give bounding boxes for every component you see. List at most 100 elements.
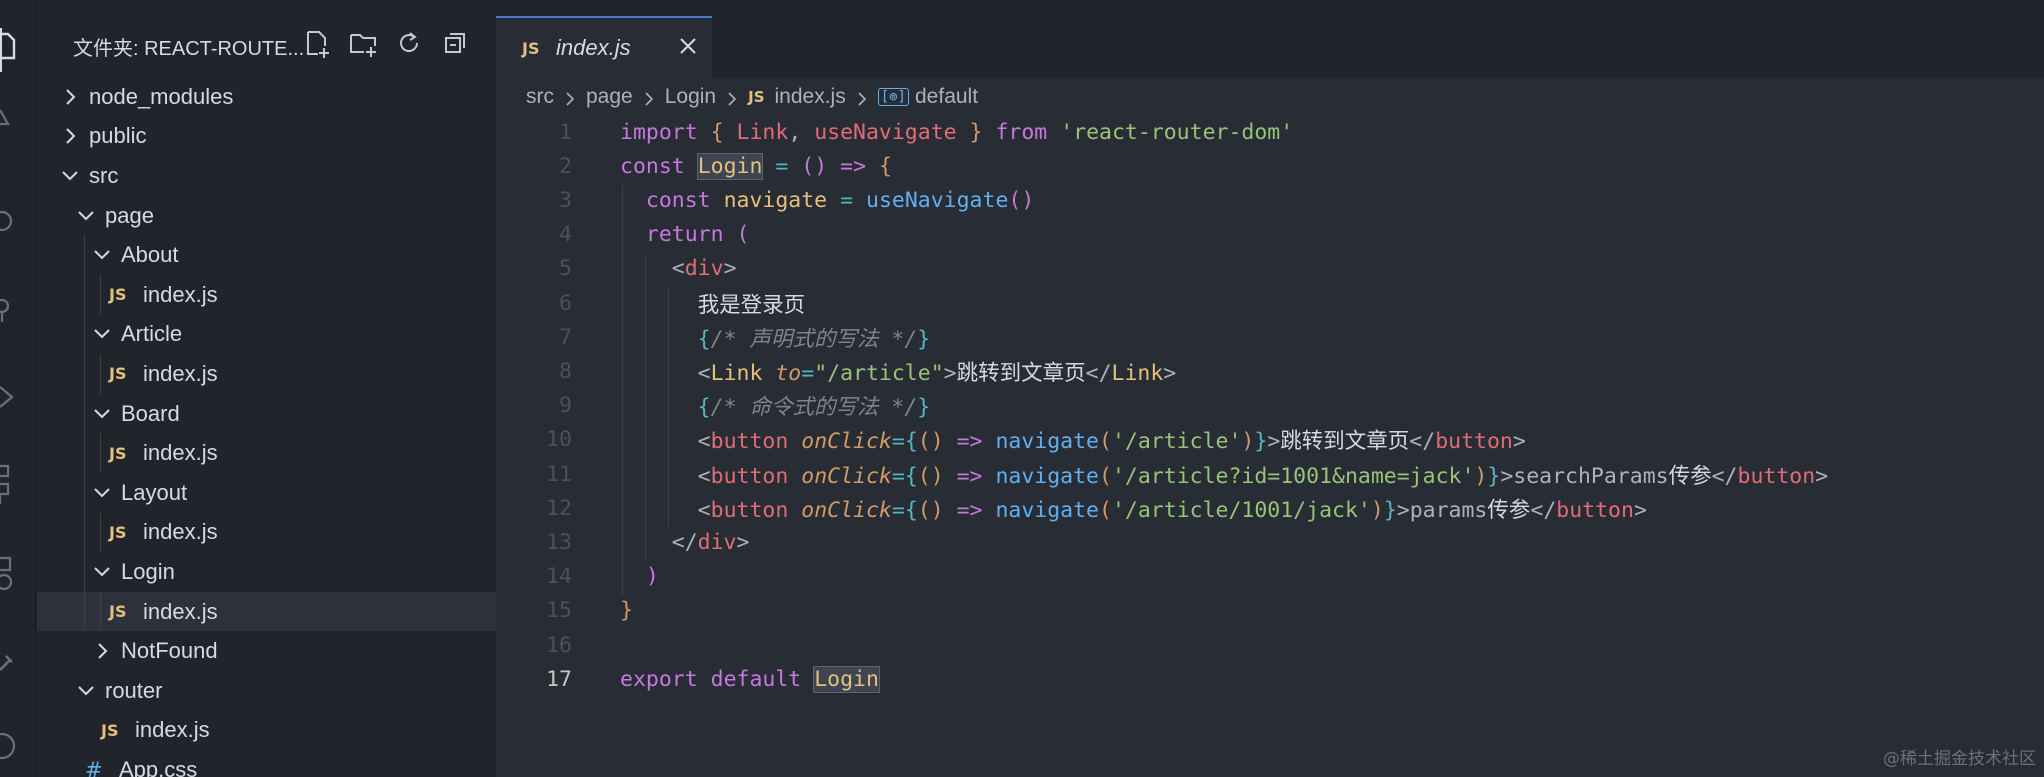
accounts-icon[interactable] [0, 726, 18, 760]
branch-icon[interactable] [0, 296, 18, 326]
explorer-icon[interactable] [0, 30, 18, 60]
search-icon[interactable] [0, 100, 18, 130]
breadcrumb-item-page[interactable]: page [586, 85, 633, 109]
refresh-icon[interactable] [394, 28, 424, 58]
tree-item-label: router [105, 677, 163, 703]
tree-item-label: index.js [135, 717, 210, 743]
code-token: Link [1111, 360, 1164, 386]
line-number: 7 [559, 324, 572, 350]
tree-folder[interactable]: router [37, 671, 496, 711]
tree-item-label: index.js [143, 598, 218, 624]
new-folder-icon[interactable] [348, 28, 378, 58]
line-number: 14 [546, 564, 572, 590]
breadcrumb-item-src[interactable]: src [526, 85, 554, 109]
code-token: to [775, 360, 802, 386]
run-debug-icon[interactable] [0, 382, 18, 412]
breadcrumb-item-login[interactable]: Login [665, 85, 716, 109]
chevron-right-icon [562, 89, 578, 106]
tree-folder[interactable]: node_modules [37, 77, 496, 117]
code-token: } [620, 598, 633, 624]
tools-icon[interactable] [0, 650, 18, 680]
code-token: "/article" [814, 360, 944, 386]
code-token: Link [736, 119, 789, 145]
tree-item-label: Board [121, 400, 180, 426]
tree-folder[interactable]: src [37, 156, 496, 196]
tree-folder[interactable]: About [37, 235, 496, 275]
code-line: 8 <Link to="/article">跳转到文章页</Link> [496, 354, 2044, 388]
code-token: const [645, 187, 711, 213]
code-token: < [697, 429, 711, 455]
tree-file[interactable]: JS index.js [37, 591, 496, 632]
code-token: import [620, 119, 698, 145]
tree-folder[interactable]: public [37, 117, 496, 157]
code-token: >searchParams [1500, 463, 1669, 489]
code-token: = [891, 429, 905, 455]
tree-file[interactable]: JS index.js [37, 513, 496, 553]
code-text: export default Login [620, 665, 880, 693]
tree-folder[interactable]: NotFound [37, 631, 496, 671]
tree-folder[interactable]: Login [37, 552, 496, 592]
collapse-all-icon[interactable] [440, 28, 470, 58]
line-number: 17 [546, 666, 572, 692]
tree-file[interactable]: # App.css [37, 750, 496, 777]
code-token: } [1487, 463, 1501, 489]
code-token: } [917, 395, 931, 421]
breadcrumb-item-symbol[interactable]: default [915, 85, 978, 109]
code-token: ( [1099, 429, 1112, 455]
breadcrumb-item-file[interactable]: index.js [775, 85, 846, 109]
line-number: 10 [546, 427, 572, 453]
close-icon[interactable] [676, 34, 700, 58]
code-line: 14 ) [496, 560, 2044, 594]
indent-guide [84, 235, 85, 632]
code-token: return [645, 222, 724, 248]
js-file-icon: JS [109, 602, 127, 622]
code-token: '/article?id=1001&name=jack' [1111, 463, 1475, 489]
code-token: onClick [801, 429, 892, 455]
tree-item-label: index.js [143, 281, 218, 307]
chevron-right-icon [59, 125, 81, 147]
code-token: ( [1099, 463, 1112, 489]
code-token: navigate [995, 429, 1100, 455]
explorer-actions [302, 28, 470, 58]
line-number: 6 [559, 290, 572, 316]
code-line: 16 [496, 628, 2044, 662]
chevron-right-icon [91, 640, 113, 662]
tree-file[interactable]: JS index.js [37, 433, 496, 473]
code-token: 跳转到文章页 [1280, 429, 1410, 455]
code-token: > [1512, 429, 1526, 455]
new-file-icon[interactable] [302, 28, 332, 58]
tree-file[interactable]: JS index.js [37, 354, 496, 394]
extensions-icon[interactable] [0, 462, 18, 504]
code-token: () [917, 497, 944, 523]
tab-index-js[interactable]: JS index.js [496, 16, 712, 78]
tree-item-label: page [105, 202, 154, 228]
code-token: () [917, 429, 944, 455]
code-token: 跳转到文章页 [956, 360, 1086, 386]
code-line: 13 </div> [496, 525, 2044, 559]
source-control-icon[interactable] [0, 206, 18, 236]
code-line: 7 {/* 声明式的写法 */} [496, 320, 2044, 354]
tree-item-label: About [121, 242, 179, 268]
code-token: > [1815, 463, 1829, 489]
line-number: 4 [559, 222, 572, 248]
tree-folder[interactable]: Article [37, 315, 496, 355]
tree-folder[interactable]: page [37, 196, 496, 236]
chevron-down-icon [91, 244, 113, 266]
tree-folder[interactable]: Layout [37, 473, 496, 513]
tree-folder[interactable]: Board [37, 394, 496, 434]
tree-file[interactable]: JS index.js [37, 711, 496, 751]
chevron-down-icon [59, 165, 81, 187]
remote-icon[interactable] [0, 556, 18, 591]
tree-file[interactable]: JS index.js [37, 275, 496, 315]
